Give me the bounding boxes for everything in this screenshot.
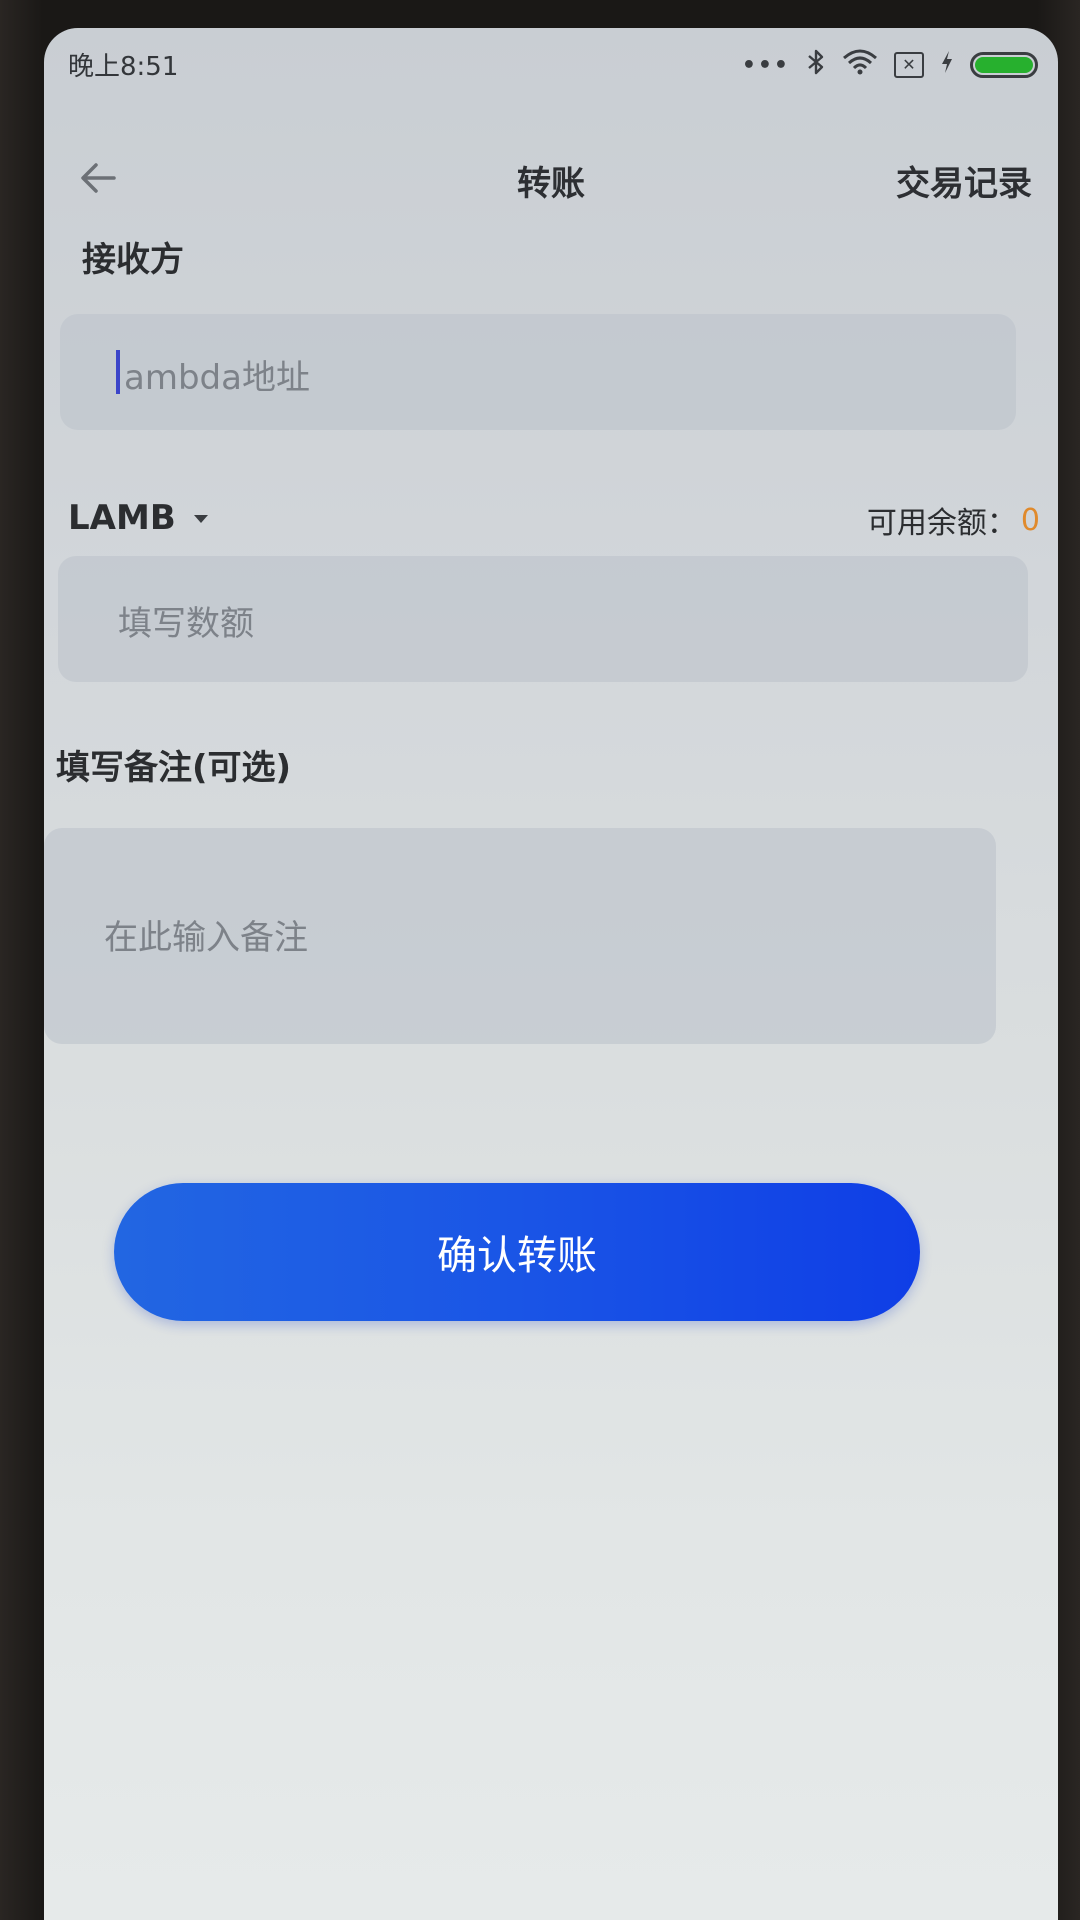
amount-input[interactable]: 填写数额	[58, 556, 1028, 682]
confirm-transfer-button[interactable]: 确认转账	[114, 1183, 920, 1321]
text-cursor	[116, 350, 120, 394]
available-balance: 可用余额： 0	[867, 498, 1040, 542]
status-icons: ••• ✕	[742, 48, 1038, 82]
balance-label: 可用余额：	[866, 506, 1017, 541]
receiver-placeholder: ambda地址	[124, 358, 310, 398]
battery-level	[975, 57, 1033, 73]
memo-input[interactable]: 在此输入备注	[44, 828, 996, 1044]
memo-placeholder: 在此输入备注	[104, 918, 308, 958]
charging-icon	[940, 50, 954, 80]
battery-icon	[970, 52, 1038, 78]
app-screen: 晚上8:51 ••• ✕ 转账 交易记录 接收方 ambda地址 LAMB 可用…	[44, 28, 1058, 1920]
sim-icon: ✕	[894, 52, 924, 78]
transaction-records-link[interactable]: 交易记录	[896, 156, 1032, 205]
bluetooth-icon	[806, 48, 826, 82]
phone-frame: 晚上8:51 ••• ✕ 转账 交易记录 接收方 ambda地址 LAMB 可用…	[0, 0, 1080, 1920]
status-bar: 晚上8:51 ••• ✕	[44, 28, 1058, 100]
memo-label: 填写备注(可选)	[56, 748, 292, 788]
receiver-address-input[interactable]: ambda地址	[60, 314, 1016, 430]
signal-dots-icon: •••	[741, 52, 790, 78]
balance-value: 0	[1020, 502, 1040, 538]
amount-placeholder: 填写数额	[118, 604, 254, 644]
receiver-label: 接收方	[82, 240, 184, 280]
wifi-icon	[842, 49, 878, 81]
status-time: 晚上8:51	[68, 52, 179, 82]
dropdown-caret-icon	[193, 515, 208, 523]
token-name: LAMB	[68, 498, 176, 538]
header: 转账 交易记录	[44, 128, 1058, 228]
token-selector[interactable]: LAMB	[68, 498, 208, 538]
